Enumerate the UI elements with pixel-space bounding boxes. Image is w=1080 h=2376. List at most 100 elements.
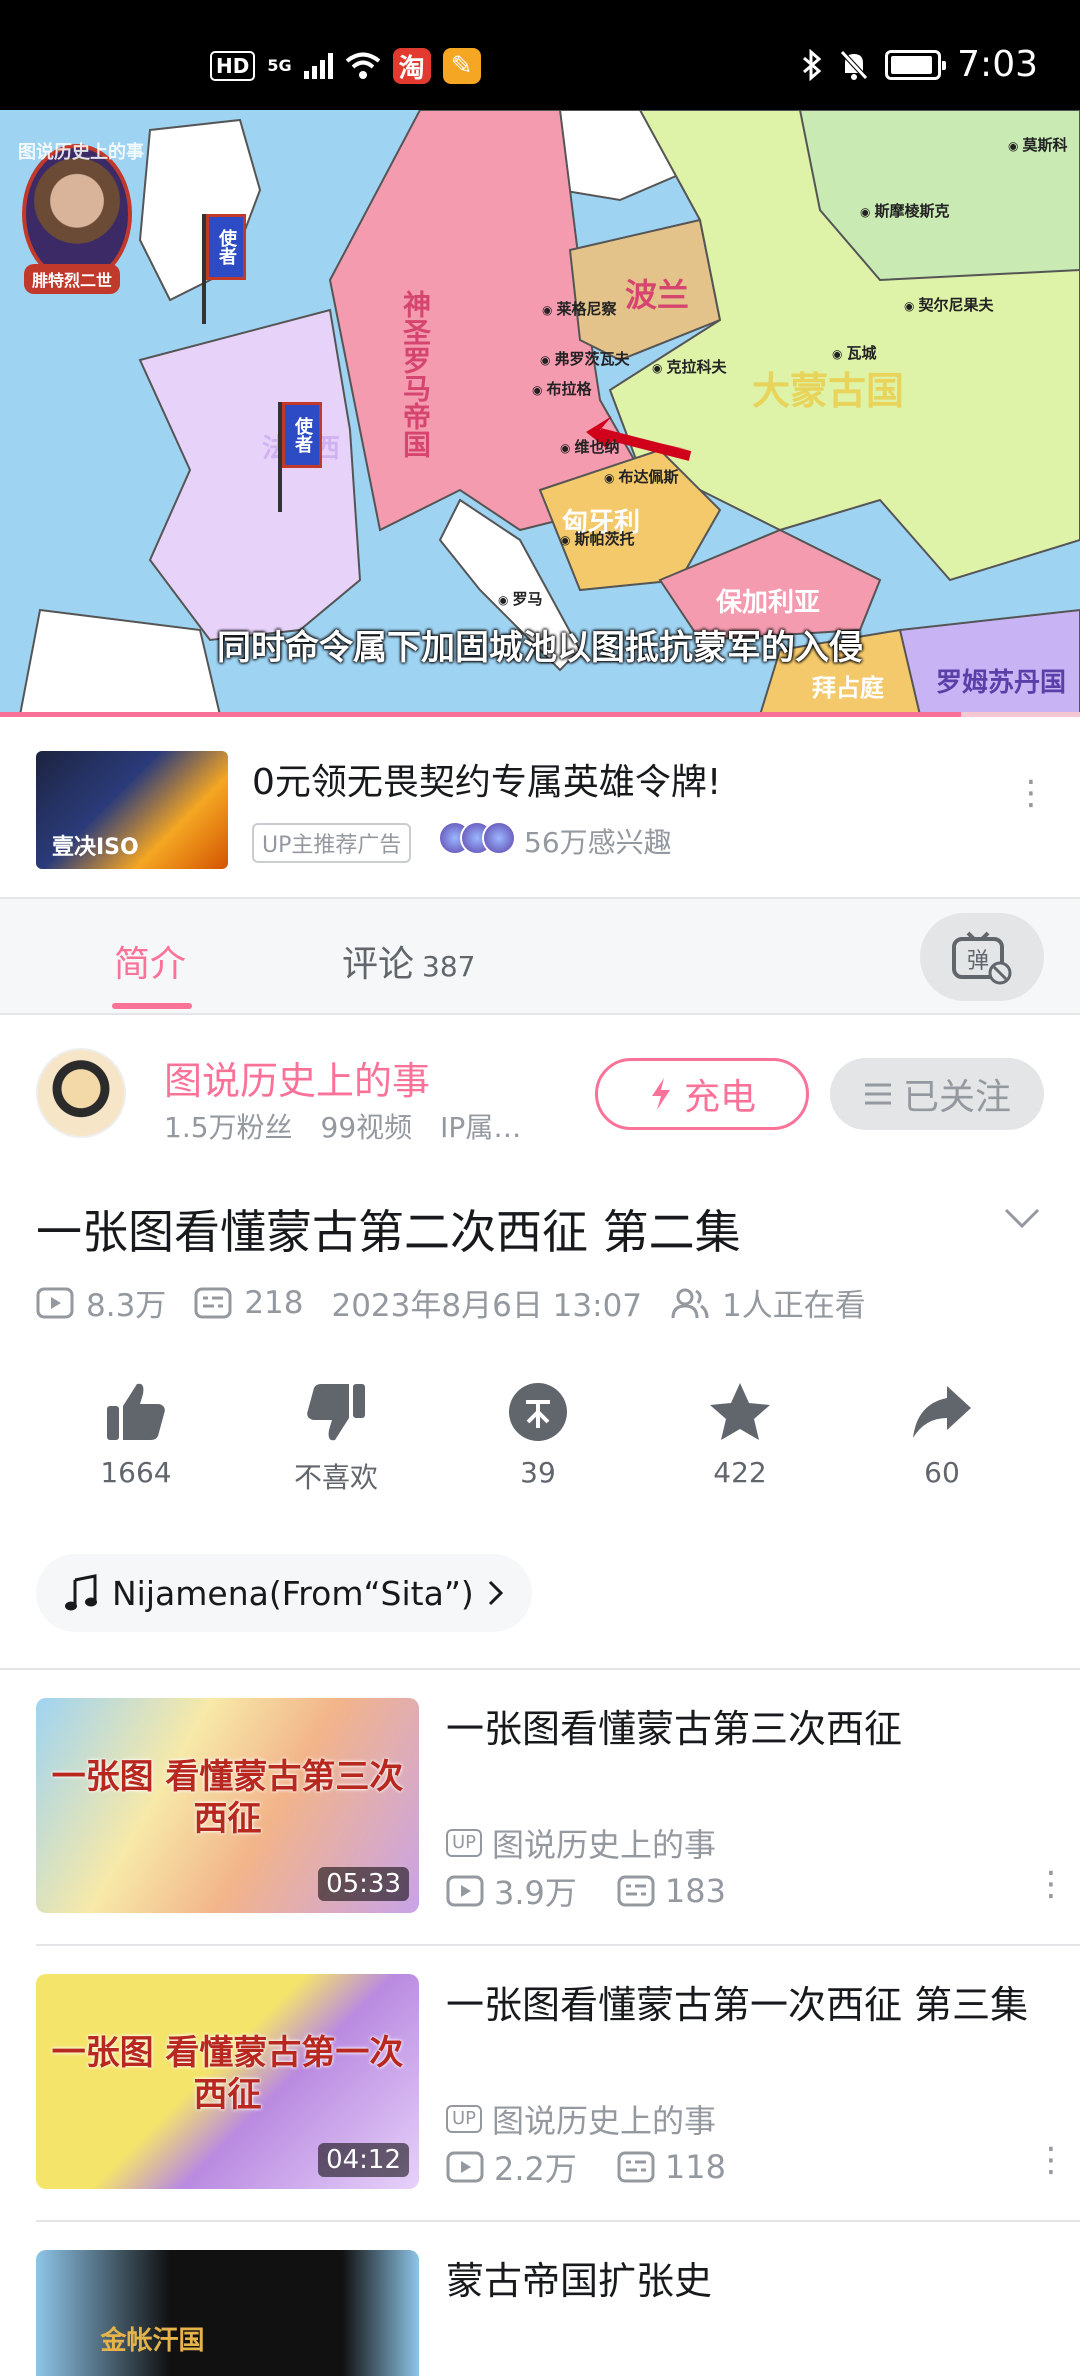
ad-tag: UP主推荐广告 [252,823,412,863]
charge-button[interactable]: 充电 [595,1058,809,1130]
video-subtitle: 同时命令属下加固城池以图抵抗蒙军的入侵 [217,628,863,668]
like-count: 1664 [100,1456,172,1489]
danmaku-glyph: 弹 [967,949,989,974]
dislike-label: 不喜欢 [293,1461,378,1494]
city-label: 克拉科夫 [652,356,726,377]
portrait-image [22,144,132,284]
related-video-item[interactable]: 金帐汗国 蒙古帝国扩张史 [0,2250,1080,2376]
map-label-mongol: 大蒙古国 [752,369,905,413]
wifi-icon [345,52,380,79]
like-button[interactable]: 1664 [66,1380,206,1489]
tab-active-indicator [112,1003,192,1009]
related-title[interactable]: 一张图看懂蒙古第三次西征 [446,1702,1046,1756]
status-bar: HD 5G 淘 ✎ 7:03 [0,0,1080,110]
chevron-right-icon [488,1580,503,1606]
video-player[interactable]: 神圣罗马帝国 波兰 大蒙古国 匈牙利 保加利亚 拜占庭 罗姆苏丹国 法兰西 莫斯… [0,110,1080,715]
related-thumbnail[interactable]: 金帐汗国 [36,2250,419,2376]
star-icon [710,1383,770,1440]
related-uploader-name: 图说历史上的事 [492,1826,717,1864]
related-thumbnail-text: 一张图 看懂蒙古第一次西征 [51,2033,404,2115]
video-meta: 8.3万 218 2023年8月6日 13:07 1人正在看 [36,1280,866,1325]
ad-title[interactable]: 0元领无畏契约专属英雄令牌! [252,753,721,805]
thumbs-down-icon [307,1384,365,1441]
related-thumbnail[interactable]: 一张图 看懂蒙古第三次西征 05:33 [36,1698,419,1913]
related-video-item[interactable]: 一张图 看懂蒙古第三次西征 05:33 一张图看懂蒙古第三次西征 UP 图说历史… [0,1698,1080,1958]
envoy-flag: 使者 [278,402,322,512]
ad-more-icon[interactable]: ⋮ [1014,776,1048,810]
tab-comments[interactable]: 评论 387 [342,935,475,987]
mute-bell-icon [840,49,868,80]
danmaku-count-icon [194,1287,232,1318]
city-label: 布达佩斯 [604,466,678,487]
city-label: 契尔尼果夫 [904,294,993,315]
envoy-flag: 使者 [202,214,246,324]
uploader-video-count: 99视频 [320,1111,413,1144]
charge-label: 充电 [683,1077,756,1118]
dislike-button[interactable]: 不喜欢 [266,1380,406,1496]
taobao-app-icon: 淘 [392,48,431,84]
uploader-avatar[interactable] [36,1048,126,1138]
music-label: Nijamena(From“Sita”) [112,1573,474,1613]
coin-button[interactable]: 39 [468,1380,608,1489]
related-title[interactable]: 一张图看懂蒙古第一次西征 第三集 [446,1978,1046,2032]
related-thumbnail-text: 一张图 看懂蒙古第三次西征 [51,1757,404,1839]
action-bar: 1664 不喜欢 39 422 60 [0,1380,1080,1510]
publish-date: 2023年8月6日 13:07 [331,1288,643,1324]
uploader-fans: 1.5万粉丝 [164,1111,293,1144]
ad-thumbnail[interactable]: 壹决ISO [36,751,228,869]
video-watermark: 图说历史上的事 bilibili [18,142,214,163]
city-label: 罗马 [498,588,542,609]
related-uploader-name: 图说历史上的事 [492,2102,717,2140]
danmaku-count-icon [617,1875,655,1907]
uploader-name[interactable]: 图说历史上的事 [164,1050,430,1105]
lightning-icon [651,1078,670,1110]
share-count: 60 [924,1456,960,1489]
list-divider [36,2220,1080,2222]
status-left-icons: HD 5G 淘 ✎ [210,48,481,84]
uploader-ip: IP属… [440,1111,522,1144]
related-title[interactable]: 蒙古帝国扩张史 [446,2254,1046,2308]
city-label: 莱格尼察 [542,298,616,319]
ad-interest-avatars [438,821,516,855]
city-label: 斯帕茨托 [560,528,634,549]
viewers-icon [671,1288,709,1318]
related-danmaku: 183 [664,1872,726,1910]
comment-count: 387 [422,950,476,983]
related-more-icon[interactable]: ⋮ [1034,2143,1068,2177]
ad-thumbnail-text: 壹决ISO [52,835,139,860]
danmaku-count-icon [617,2151,655,2183]
share-button[interactable]: 60 [872,1380,1012,1489]
ad-banner[interactable]: 壹决ISO 0元领无畏契约专属英雄令牌! UP主推荐广告 56万感兴趣 ⋮ [0,717,1080,897]
related-thumbnail[interactable]: 一张图 看懂蒙古第一次西征 04:12 [36,1974,419,2189]
music-chip[interactable]: Nijamena(From“Sita”) [36,1554,532,1632]
status-right-icons: 7:03 [801,44,1038,85]
related-duration: 05:33 [318,1867,409,1901]
related-views: 3.9万 [494,1874,577,1912]
follow-label: 已关注 [902,1077,1011,1118]
coin-icon [509,1383,567,1441]
related-duration: 04:12 [318,2143,409,2177]
danmaku-toggle-button[interactable]: 弹 [920,913,1044,1001]
network-type-icon: 5G [267,56,292,75]
hd-icon: HD [210,51,256,81]
clock: 7:03 [957,44,1038,85]
view-count: 8.3万 [86,1288,167,1324]
follow-button[interactable]: 已关注 [830,1058,1044,1130]
play-count-icon [36,1287,74,1318]
section-divider [0,1668,1080,1670]
portrait-caption: 腓特烈二世 [24,264,121,294]
map-label-poland: 波兰 [625,276,690,314]
battery-icon [885,49,947,80]
tab-intro[interactable]: 简介 [114,935,186,987]
watching-count: 1人正在看 [722,1288,866,1324]
city-label: 维也纳 [560,436,619,457]
favorite-button[interactable]: 422 [670,1380,810,1489]
city-label: 弗罗茨瓦夫 [540,348,629,369]
favorite-count: 422 [713,1456,767,1489]
related-more-icon[interactable]: ⋮ [1034,1867,1068,1901]
related-video-item[interactable]: 一张图 看懂蒙古第一次西征 04:12 一张图看懂蒙古第一次西征 第三集 UP … [0,1974,1080,2234]
uploader-stats: 1.5万粉丝 99视频 IP属… [164,1106,549,1146]
music-note-icon [65,1574,97,1611]
related-stats: 3.9万 183 [446,1868,726,1914]
chevron-down-icon[interactable] [1002,1204,1042,1232]
